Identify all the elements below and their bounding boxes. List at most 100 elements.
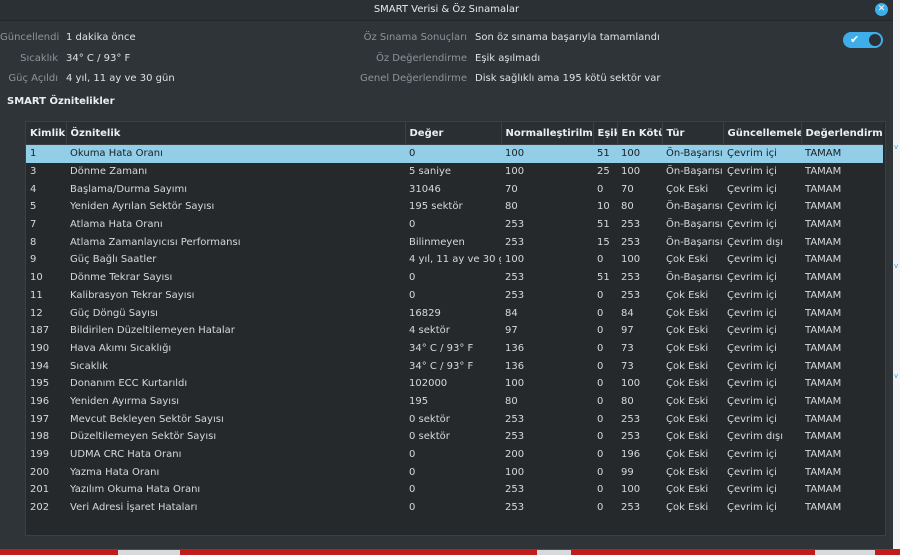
window-titlebar[interactable]: SMART Verisi & Öz Sınamalar ✕ bbox=[0, 0, 893, 21]
cell-id: 198 bbox=[30, 431, 50, 443]
column-header-type[interactable]: Tür bbox=[662, 122, 724, 145]
cell-threshold: 0 bbox=[597, 484, 604, 496]
table-row[interactable]: 202 Veri Adresi İşaret Hataları 0 253 0 253 Ço… bbox=[26, 499, 883, 517]
smart-attributes-table[interactable]: Kimlik Öznitelik Değer Normalleştirilmiş… bbox=[25, 121, 886, 536]
table-row[interactable]: 195 Donanım ECC Kurtarıldı 102000 100 0 100 Ço… bbox=[26, 375, 883, 393]
table-row[interactable]: 187 Bildirilen Düzeltilemeyen Hatalar 4 se… bbox=[26, 322, 883, 340]
table-row[interactable]: 4 Başlama/Durma Sayımı 31046 70 0 70 Çok Eski Ç… bbox=[26, 180, 883, 198]
table-row[interactable]: 196 Yeniden Ayırma Sayısı 195 80 0 80 Çok Eski… bbox=[26, 393, 883, 411]
table-row[interactable]: 200 Yazma Hata Oranı 0 100 0 99 Çok Eski Çevrim… bbox=[26, 463, 883, 481]
column-header-id[interactable]: Kimlik bbox=[26, 122, 67, 145]
cell-value: 0 bbox=[409, 219, 416, 231]
table-row[interactable]: 12 Güç Döngü Sayısı 16829 84 0 84 Çok Eski Çevr… bbox=[26, 304, 883, 322]
table-row[interactable]: 3 Dönme Zamanı 5 saniye 100 25 100 Ön-Başarısı… bbox=[26, 163, 883, 181]
cell-assessment: TAMAM bbox=[805, 413, 842, 425]
table-row[interactable]: 201 Yazılım Okuma Hata Oranı 0 253 0 100 Çok E… bbox=[26, 481, 883, 499]
column-header-threshold[interactable]: Eşik bbox=[593, 122, 618, 145]
table-row[interactable]: 190 Hava Akımı Sıcaklığı 34° C / 93° F 136 0… bbox=[26, 340, 883, 358]
table-row[interactable]: 9 Güç Bağlı Saatler 4 yıl, 11 ay ve 30 gün… bbox=[26, 251, 883, 269]
cell-normalized: 253 bbox=[505, 431, 525, 443]
cell-threshold: 51 bbox=[597, 219, 610, 231]
cell-normalized: 100 bbox=[505, 466, 525, 478]
cell-id: 196 bbox=[30, 395, 50, 407]
cell-id: 200 bbox=[30, 466, 50, 478]
cell-worst: 73 bbox=[621, 360, 634, 372]
cell-type: Çok Eski bbox=[666, 431, 709, 443]
cell-type: Çok Eski bbox=[666, 325, 709, 337]
table-row[interactable]: 10 Dönme Tekrar Sayısı 0 253 51 253 Ön-Başarıs… bbox=[26, 269, 883, 287]
table-row[interactable]: 11 Kalibrasyon Tekrar Sayısı 0 253 0 253 Çok E… bbox=[26, 287, 883, 305]
cell-assessment: TAMAM bbox=[805, 289, 842, 301]
window-title: SMART Verisi & Öz Sınamalar bbox=[373, 4, 520, 15]
cell-threshold: 10 bbox=[597, 201, 610, 213]
table-row[interactable]: 198 Düzeltilemeyen Sektör Sayısı 0 sektör 2… bbox=[26, 428, 883, 446]
cell-normalized: 80 bbox=[505, 201, 518, 213]
cell-id: 202 bbox=[30, 502, 50, 514]
section-title: SMART Öznitelikler bbox=[7, 96, 115, 107]
cell-threshold: 0 bbox=[597, 431, 604, 443]
cell-type: Çok Eski bbox=[666, 360, 709, 372]
table-row[interactable]: 7 Atlama Hata Oranı 0 253 51 253 Ön-Başarısız Ç… bbox=[26, 216, 883, 234]
cell-normalized: 70 bbox=[505, 183, 518, 195]
cell-worst: 84 bbox=[621, 307, 634, 319]
cell-type: Ön-Başarısız bbox=[666, 272, 723, 284]
cell-worst: 100 bbox=[621, 484, 641, 496]
cell-id: 9 bbox=[30, 254, 37, 266]
cell-normalized: 84 bbox=[505, 307, 518, 319]
cell-normalized: 97 bbox=[505, 325, 518, 337]
column-header-normalized[interactable]: Normalleştirilmiş bbox=[501, 122, 594, 145]
cell-value: 102000 bbox=[409, 378, 448, 390]
cell-worst: 196 bbox=[621, 449, 641, 461]
cell-updates: Çevrim içi bbox=[727, 201, 777, 213]
column-header-assessment[interactable]: Değerlendirme bbox=[801, 122, 883, 145]
cell-updates: Çevrim içi bbox=[727, 166, 777, 178]
table-row[interactable]: 199 UDMA CRC Hata Oranı 0 200 0 196 Çok Eski Çe… bbox=[26, 446, 883, 464]
cell-updates: Çevrim içi bbox=[727, 342, 777, 354]
cell-normalized: 200 bbox=[505, 449, 525, 461]
table-row[interactable]: 194 Sıcaklık 34° C / 93° F 136 0 73 Çok Eski Çe… bbox=[26, 357, 883, 375]
cell-id: 12 bbox=[30, 307, 43, 319]
cell-assessment: TAMAM bbox=[805, 395, 842, 407]
cell-value: 0 bbox=[409, 502, 416, 514]
temperature-label: Sıcaklık bbox=[20, 53, 58, 64]
cell-id: 187 bbox=[30, 325, 50, 337]
cell-worst: 253 bbox=[621, 236, 641, 248]
cell-value: 0 bbox=[405, 144, 501, 163]
cell-attribute: Dönme Zamanı bbox=[70, 166, 148, 178]
table-row[interactable]: 1 Okuma Hata Oranı 0 100 51 100 Ön-Başarısız Çe… bbox=[26, 144, 883, 163]
cell-normalized: 253 bbox=[505, 236, 525, 248]
cell-assessment: TAMAM bbox=[805, 342, 842, 354]
column-header-attribute[interactable]: Öznitelik bbox=[66, 122, 406, 145]
cell-updates: Çevrim içi bbox=[727, 219, 777, 231]
cell-attribute: Bildirilen Düzeltilemeyen Hatalar bbox=[70, 325, 235, 337]
cell-assessment: TAMAM bbox=[805, 378, 842, 390]
cell-id: 5 bbox=[30, 201, 37, 213]
temperature-value: 34° C / 93° F bbox=[66, 53, 131, 64]
column-header-worst[interactable]: En Kötü bbox=[617, 122, 663, 145]
cell-worst: 73 bbox=[621, 342, 634, 354]
column-header-value[interactable]: Değer bbox=[405, 122, 502, 145]
cell-type: Çok Eski bbox=[666, 395, 709, 407]
smart-enable-toggle[interactable]: ✔ bbox=[843, 32, 883, 48]
cell-normalized: 136 bbox=[505, 342, 525, 354]
cell-threshold: 0 bbox=[597, 395, 604, 407]
table-row[interactable]: 8 Atlama Zamanlayıcısı Performansı Bilinme… bbox=[26, 233, 883, 251]
cell-type: Çok Eski bbox=[666, 307, 709, 319]
background-window-edge: v v v bbox=[893, 0, 900, 555]
cell-updates: Çevrim içi bbox=[723, 144, 801, 163]
close-icon[interactable]: ✕ bbox=[875, 3, 888, 16]
cell-id: 10 bbox=[30, 272, 43, 284]
updated-value: 1 dakika önce bbox=[66, 32, 136, 43]
table-row[interactable]: 5 Yeniden Ayrılan Sektör Sayısı 195 sektör… bbox=[26, 198, 883, 216]
cell-updates: Çevrim dışı bbox=[727, 431, 783, 443]
cell-value: 0 bbox=[409, 449, 416, 461]
table-row[interactable]: 197 Mevcut Bekleyen Sektör Sayısı 0 sektör… bbox=[26, 410, 883, 428]
cell-attribute: Dönme Tekrar Sayısı bbox=[70, 272, 173, 284]
cell-threshold: 0 bbox=[597, 378, 604, 390]
column-header-updates[interactable]: Güncellemeler bbox=[723, 122, 802, 145]
cell-assessment: TAMAM bbox=[805, 166, 842, 178]
cell-id: 195 bbox=[30, 378, 50, 390]
cell-id: 197 bbox=[30, 413, 50, 425]
toggle-knob bbox=[869, 34, 881, 46]
cell-threshold: 51 bbox=[597, 272, 610, 284]
